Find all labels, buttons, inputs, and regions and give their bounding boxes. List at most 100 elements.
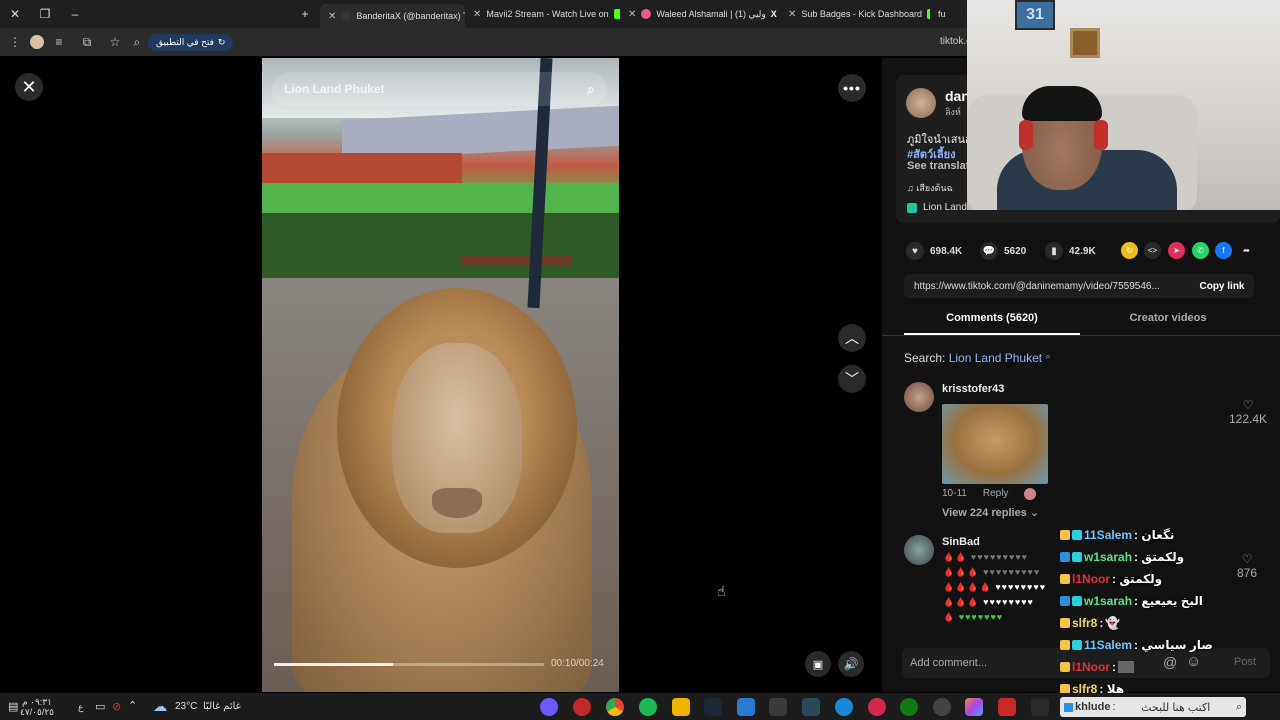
profile-avatar-icon[interactable] [26,31,48,53]
author-avatar[interactable] [906,88,936,118]
tab-waleed[interactable]: ✕ Waleed Alshamali | وليي (1) X [620,2,780,26]
tab-divider [882,335,1280,336]
mail-icon[interactable] [737,698,755,716]
copy-link-button[interactable]: Copy link [1190,274,1254,298]
save-stat[interactable]: ▮ 42.9K [1045,242,1096,260]
tab-sub-badges[interactable]: ✕ Sub Badges - Kick Dashboard [780,2,930,26]
weather-label[interactable]: غائم غالبًا [203,701,241,712]
chat-username[interactable]: 11Salem [1084,638,1132,652]
bookmark-star-icon[interactable]: ☆ [104,31,126,53]
related-search[interactable]: Search: Lion Land Phuket ⌕ [904,351,1051,365]
new-tab-button[interactable]: + [290,0,320,28]
chat-username[interactable]: khlude [1075,701,1110,713]
chat-username[interactable]: l1Noor [1072,660,1110,674]
notification-icon[interactable]: ▤ [8,700,18,713]
comment-stat[interactable]: 💬 5620 [980,242,1026,260]
minimize-window-icon[interactable]: – [60,0,90,28]
tab-mavii2[interactable]: ✕ Mavii2 Stream - Watch Live on [465,2,620,26]
search-icon: ⌕ [1045,351,1051,361]
close-tab-icon[interactable]: ✕ [788,9,796,20]
heart-icon[interactable]: ♥ [906,242,924,260]
volume-icon[interactable]: 🔊 [838,651,864,677]
send-icon[interactable]: ➤ [1168,242,1185,259]
zoom-icon[interactable]: ⌕ [126,31,148,53]
settings-gear-icon[interactable] [933,698,951,716]
weather-temp[interactable]: 23°C [175,701,197,712]
facebook-icon[interactable]: f [1215,242,1232,259]
app-icon[interactable] [540,698,558,716]
sound-link[interactable]: ♫ เสียงต้นฉ [907,181,953,195]
open-app-icon: ↻ [217,36,226,47]
see-translation-link[interactable]: See translat [907,160,969,172]
chat-username[interactable]: l1Noor [1072,572,1110,586]
store-icon[interactable] [769,698,787,716]
view-replies-button[interactable]: View 224 replies ⌄ [942,506,1039,519]
open-in-app-button[interactable]: فتح في التطبيق ↻ [148,33,234,51]
extensions-icon[interactable]: ⧉ [76,31,98,53]
streamer-hair [1022,86,1102,121]
chat-username[interactable]: w1sarah [1084,594,1132,608]
chat-username[interactable]: w1sarah [1084,550,1132,564]
chat-username[interactable]: slfr8 [1072,616,1097,630]
close-tab-icon[interactable]: ✕ [628,9,636,20]
close-tab-icon[interactable]: ✕ [328,11,336,22]
embed-icon[interactable]: <> [1144,242,1161,259]
app-icon[interactable] [998,698,1016,716]
app-icon[interactable] [868,698,886,716]
x-favicon: X [770,9,777,19]
picture-in-picture-icon[interactable]: ▣ [805,651,831,677]
location-link[interactable]: Lion Land [907,202,967,213]
search-placeholder: اكتب هنا للبحث [1141,701,1211,714]
comment-username[interactable]: krisstofer43 [942,383,1004,395]
taskbar-search-box[interactable]: khlude : اكتب هنا للبحث ⌕ [1060,697,1246,717]
repost-icon[interactable]: ↻ [1121,242,1138,259]
related-search-keyword[interactable]: Lion Land Phuket [949,351,1042,365]
search-icon[interactable]: ⌕ [587,81,595,98]
restore-window-icon[interactable]: ❐ [30,0,60,28]
comment-avatar[interactable] [904,535,934,565]
network-icon[interactable]: ⊘ [112,700,121,713]
app-icon[interactable] [802,698,820,716]
comment-avatar[interactable] [904,382,934,412]
video-frame[interactable] [262,58,619,692]
video-search-bar[interactable]: Lion Land Phuket ⌕ [272,72,607,106]
display-icon[interactable]: ▭ [95,700,105,713]
app-icon[interactable] [573,698,591,716]
comment-icon[interactable]: 💬 [980,242,998,260]
comment-like[interactable]: ♡ 122.4K [1228,398,1268,426]
save-count: 42.9K [1069,245,1096,257]
more-options-button[interactable]: ••• [838,74,866,102]
taskbar-clock[interactable]: ٠٩:٣١ م ٤٧/٠٥/٢٥ [20,697,54,717]
video-bench [462,256,572,266]
previous-video-button[interactable]: ︿ [838,324,866,352]
chat-username[interactable]: 11Salem [1084,528,1132,542]
xbox-icon[interactable] [900,698,918,716]
menu-icon[interactable]: ⋮ [4,31,26,53]
spotify-icon[interactable] [639,698,657,716]
comment-username[interactable]: SinBad [942,536,980,548]
next-video-button[interactable]: ﹀ [838,365,866,393]
task-view-icon[interactable] [1031,698,1049,716]
video-progress-bar[interactable] [274,663,544,666]
steam-icon[interactable] [704,698,722,716]
tab-banderitax[interactable]: ✕ BanderitaX (@banderitax) Ti [320,4,465,28]
reply-button[interactable]: Reply [983,488,1009,500]
copilot-icon[interactable] [965,698,983,716]
close-tab-icon[interactable]: ✕ [473,9,481,20]
share-arrow-icon[interactable]: ➦ [1238,242,1255,259]
whatsapp-icon[interactable]: ✆ [1192,242,1209,259]
tab-comments[interactable]: Comments (5620) [904,312,1080,324]
like-stat[interactable]: ♥ 698.4K [906,242,962,260]
heart-outline-icon[interactable]: ♡ [1228,398,1268,412]
reading-list-icon[interactable]: ≡ [48,31,70,53]
tab-creator-videos[interactable]: Creator videos [1080,312,1256,324]
chevron-up-icon[interactable]: ⌃ [128,699,137,712]
close-window-icon[interactable]: ✕ [0,0,30,28]
chrome-icon[interactable] [606,698,624,716]
bookmark-icon[interactable]: ▮ [1045,242,1063,260]
language-indicator[interactable]: ع [78,702,83,713]
edge-icon[interactable] [835,698,853,716]
close-video-button[interactable]: ✕ [15,73,43,101]
file-explorer-icon[interactable] [672,698,690,716]
tab-fu[interactable]: fu [930,2,960,26]
